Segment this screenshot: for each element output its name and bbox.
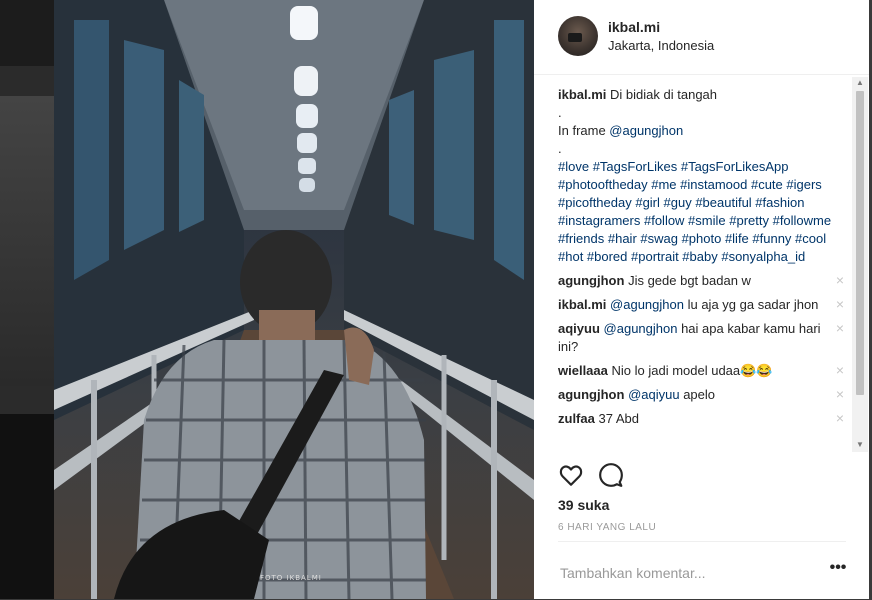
comment-item: zulfaa 37 Abd × [558,410,854,428]
caption-in-frame: In frame [558,123,610,138]
caption-text: Di bidiak di tangah [610,87,718,102]
comments-scrollbar[interactable]: ▲ ▼ [852,77,868,452]
comment-username[interactable]: wiellaaa [558,363,608,378]
comment-mention[interactable]: @agungjhon [610,297,684,312]
comment-text: 37 Abd [598,411,639,426]
post-header: ikbal.mi Jakarta, Indonesia [534,0,869,75]
comment-icon[interactable] [598,462,624,488]
background-page-left [0,0,54,599]
caption-dot-1: . [558,105,562,120]
comment-item: wiellaaa Nio lo jadi model udaa😂😂 × [558,362,854,380]
remove-comment-icon[interactable]: × [834,273,846,287]
username-link[interactable]: ikbal.mi [608,19,660,35]
comment-item: ikbal.mi @agungjhon lu aja yg ga sadar j… [558,296,854,314]
add-comment-section: ••• [558,541,846,600]
comment-username[interactable]: agungjhon [558,387,624,402]
likes-count[interactable]: 39 suka [558,497,609,513]
caption-mention[interactable]: @agungjhon [609,123,683,138]
heart-icon[interactable] [558,462,584,488]
comment-item: agungjhon @aqiyuu apelo × [558,386,854,404]
remove-comment-icon[interactable]: × [834,321,846,335]
remove-comment-icon[interactable]: × [834,411,846,425]
post-photo[interactable]: FOTO IKBALMI [54,0,534,599]
comment-text: lu aja yg ga sadar jhon [683,297,819,312]
avatar[interactable] [558,16,598,56]
remove-comment-icon[interactable]: × [834,363,846,377]
comment-text: Jis gede bgt badan w [628,273,751,288]
location-link[interactable]: Jakarta, Indonesia [608,38,714,53]
caption: ikbal.mi Di bidiak di tangah . In frame … [558,86,854,266]
add-comment-input[interactable] [558,562,812,584]
comment-mention[interactable]: @aqiyuu [628,387,680,402]
comment-item: agungjhon Jis gede bgt badan w × [558,272,854,290]
comments-list[interactable]: ikbal.mi Di bidiak di tangah . In frame … [558,86,854,454]
caption-username[interactable]: ikbal.mi [558,87,606,102]
post-timestamp: 6 HARI YANG LALU [558,522,657,533]
caption-hashtags[interactable]: #love #TagsForLikes #TagsForLikesApp #ph… [558,158,854,266]
post-detail-panel: ikbal.mi Jakarta, Indonesia ikbal.mi Di … [534,0,869,599]
comment-text: apelo [679,387,715,402]
comment-username[interactable]: agungjhon [558,273,624,288]
scroll-down-icon[interactable]: ▼ [852,439,868,451]
comment-username[interactable]: ikbal.mi [558,297,606,312]
remove-comment-icon[interactable]: × [834,387,846,401]
scroll-up-icon[interactable]: ▲ [852,77,868,89]
comment-item: aqiyuu @agungjhon hai apa kabar kamu har… [558,320,854,356]
comment-username[interactable]: zulfaa [558,411,595,426]
more-options-icon[interactable]: ••• [828,558,848,578]
photo-watermark: FOTO IKBALMI [260,574,322,582]
post-actions [558,462,854,492]
photo-illustration [54,0,534,599]
comment-username[interactable]: aqiyuu [558,321,600,336]
scrollbar-thumb[interactable] [856,91,864,395]
remove-comment-icon[interactable]: × [834,297,846,311]
comment-mention[interactable]: @agungjhon [604,321,678,336]
caption-dot-2: . [558,141,562,156]
comment-text: Nio lo jadi model udaa😂😂 [611,363,773,378]
